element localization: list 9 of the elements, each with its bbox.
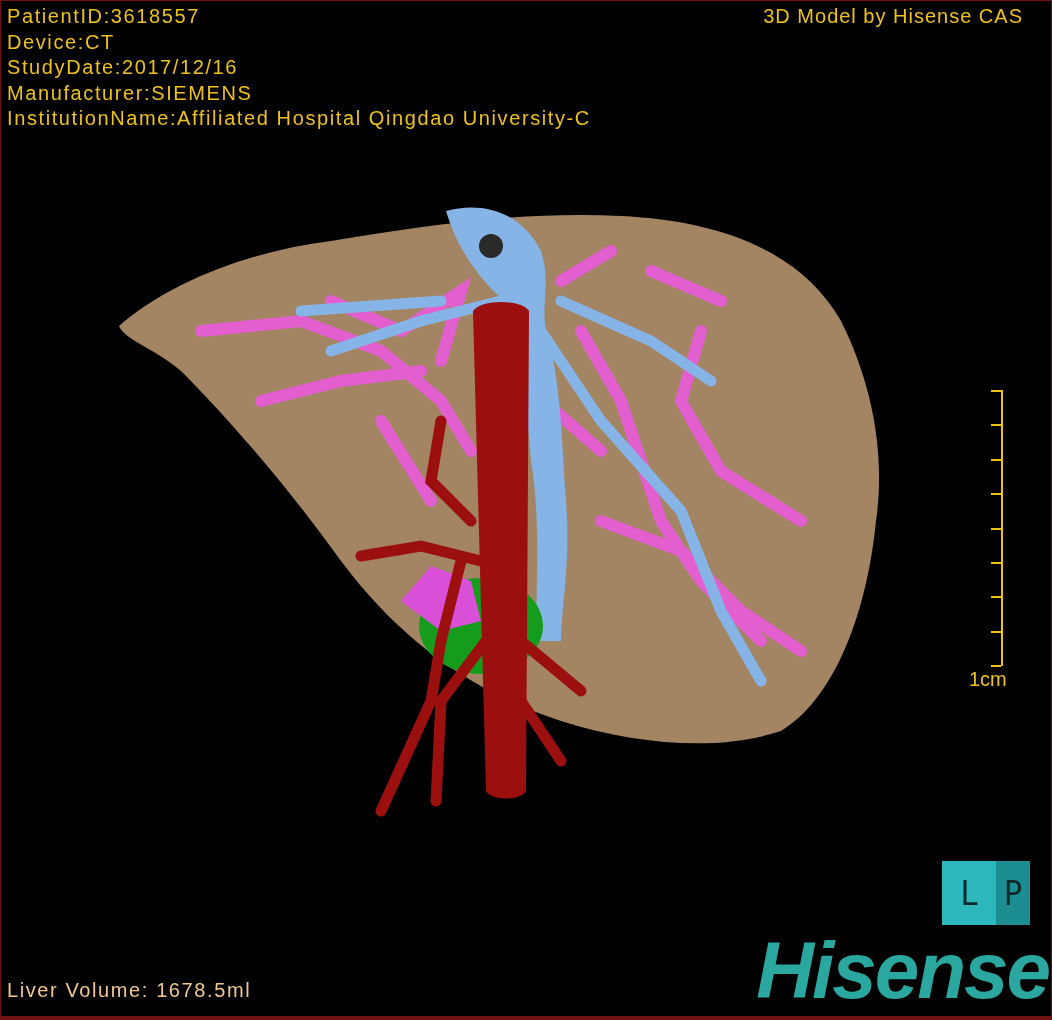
patient-info-text: InstitutionName:Affiliated Hospital Qingdao University-C: [7, 106, 591, 132]
credit-text: 3D Model by Hisense CAS: [763, 5, 1023, 28]
patient-info-text: Device:CT: [7, 29, 115, 55]
patient-info-text: Manufacturer:SIEMENS: [7, 80, 253, 106]
logo: Hisense: [756, 931, 1049, 1011]
patient-info-text: StudyDate:2017/12/16: [7, 55, 239, 81]
patient-info-text: PatientID:3618557: [7, 4, 200, 29]
scale-label: 1cm: [969, 668, 1007, 691]
liver-volume-text: Liver Volume: 1678.5ml: [7, 979, 252, 1002]
